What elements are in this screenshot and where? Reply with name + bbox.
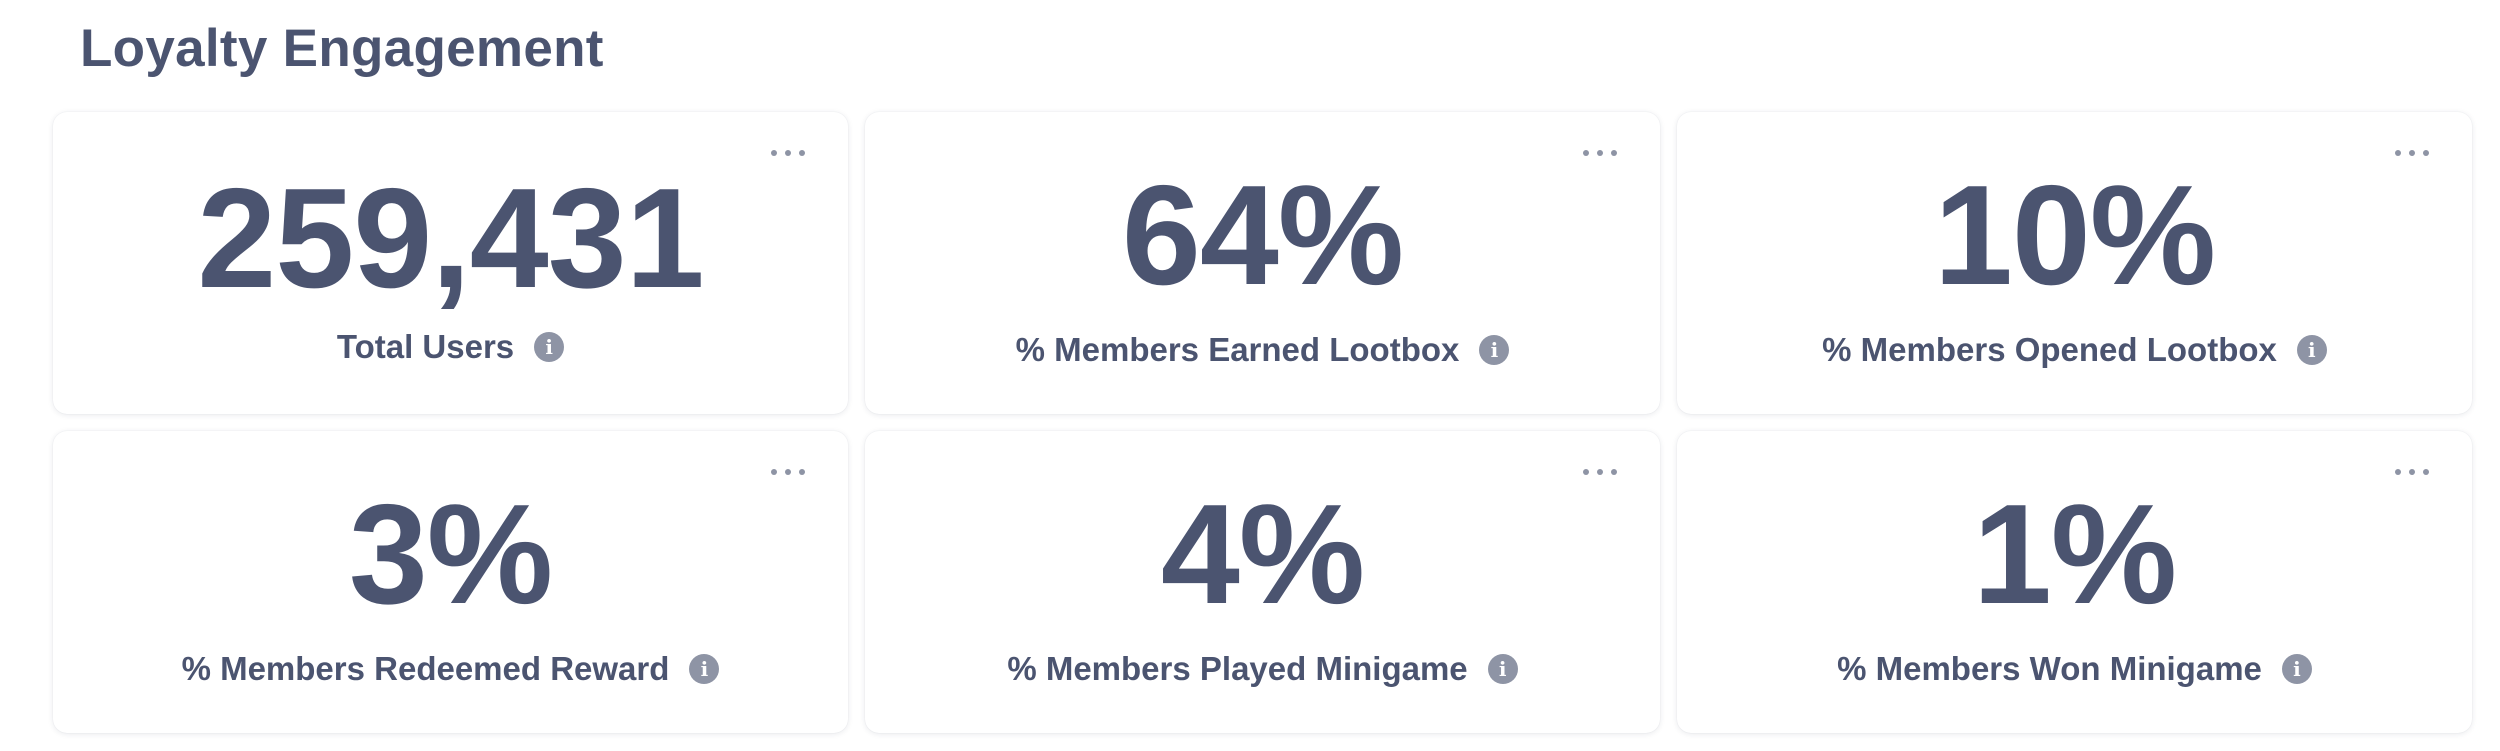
- info-icon[interactable]: i: [534, 332, 565, 362]
- metric-value: 259,431: [197, 159, 704, 318]
- more-menu-icon[interactable]: [771, 146, 805, 160]
- metric-label-row: % Members Redeemed Reward i: [182, 650, 720, 688]
- more-menu-icon[interactable]: [771, 465, 805, 479]
- metric-label: % Members Won Minigame: [1837, 650, 2262, 687]
- more-menu-icon[interactable]: [1583, 146, 1617, 160]
- metric-label: % Members Played Minigame: [1007, 650, 1468, 687]
- section-title: Loyalty Engagement: [80, 19, 604, 78]
- more-menu-icon[interactable]: [1583, 465, 1617, 479]
- metric-value: 4%: [1160, 475, 1365, 634]
- metric-label: % Members Opened Lootbox: [1822, 331, 2277, 368]
- more-menu-icon[interactable]: [2395, 146, 2429, 160]
- metric-label-row: % Members Opened Lootbox i: [1822, 331, 2327, 369]
- metric-card-played-minigame: 4% % Members Played Minigame i: [865, 431, 1660, 733]
- metric-label-row: Total Users i: [336, 328, 565, 366]
- more-menu-icon[interactable]: [2395, 465, 2429, 479]
- metric-card-won-minigame: 1% % Members Won Minigame i: [1677, 431, 2472, 733]
- info-icon[interactable]: i: [689, 654, 720, 684]
- metric-label-row: % Members Earned Lootbox i: [1016, 331, 1510, 369]
- metric-value: 1%: [1972, 475, 2177, 634]
- metric-label: % Members Earned Lootbox: [1015, 331, 1460, 368]
- info-icon[interactable]: i: [2281, 654, 2312, 684]
- info-icon[interactable]: i: [1479, 335, 1510, 365]
- metric-label: % Members Redeemed Reward: [181, 650, 670, 687]
- metric-card-earned-lootbox: 64% % Members Earned Lootbox i: [865, 112, 1660, 414]
- metric-value: 64%: [1121, 156, 1404, 315]
- metric-label: Total Users: [336, 328, 515, 365]
- metric-card-opened-lootbox: 10% % Members Opened Lootbox i: [1677, 112, 2472, 414]
- metric-grid: 259,431 Total Users i 64% % Members Earn…: [53, 112, 2473, 733]
- info-icon[interactable]: i: [1487, 654, 1518, 684]
- metric-value: 10%: [1933, 156, 2216, 315]
- metric-value: 3%: [348, 475, 553, 634]
- info-icon[interactable]: i: [2296, 335, 2327, 365]
- metric-label-row: % Members Played Minigame i: [1007, 650, 1518, 688]
- metric-card-total-users: 259,431 Total Users i: [53, 112, 848, 414]
- metric-card-redeemed-reward: 3% % Members Redeemed Reward i: [53, 431, 848, 733]
- metric-label-row: % Members Won Minigame i: [1837, 650, 2312, 688]
